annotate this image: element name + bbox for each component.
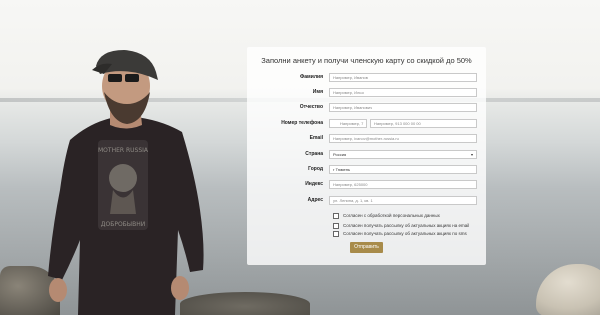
consent-email-label: Согласен получать рассылку об актуальных…: [343, 223, 470, 228]
phone-number-input[interactable]: Например, 913 000 00 00: [370, 119, 477, 128]
city-label: Город: [308, 166, 323, 172]
row-address: Адрес ул. Ленина, д. 1, кв. 1: [247, 195, 486, 206]
row-phone: Номер телефона Например, 7 Например, 913…: [247, 118, 486, 129]
consent-sms[interactable]: Согласен получать рассылку об актуальных…: [333, 230, 533, 238]
email-input[interactable]: Например, ivanov@mother-russia.ru: [329, 134, 477, 143]
checkbox[interactable]: [333, 212, 339, 219]
submit-button[interactable]: Отправить: [350, 242, 383, 253]
svg-text:ДОБРОБЫВНИ: ДОБРОБЫВНИ: [101, 221, 145, 228]
consent-personal-data-label: Согласен с обработкой персональных данны…: [343, 213, 440, 218]
first-name-input[interactable]: Например, Илья: [329, 88, 477, 97]
last-name-label: Фамилия: [300, 74, 323, 80]
index-label: Индекс: [305, 181, 323, 187]
row-email: Email Например, ivanov@mother-russia.ru: [247, 133, 486, 144]
phone-code-input[interactable]: Например, 7: [329, 119, 367, 128]
svg-text:MOTHER RUSSIA: MOTHER RUSSIA: [98, 147, 149, 154]
first-name-label: Имя: [312, 89, 323, 95]
last-name-input[interactable]: Например, Иванов: [329, 73, 477, 82]
patronymic-input[interactable]: Например, Иванович: [329, 103, 477, 112]
consent-email[interactable]: Согласен получать рассылку об актуальных…: [333, 222, 533, 230]
city-input[interactable]: г Тюмень: [329, 165, 477, 174]
row-last-name: Фамилия Например, Иванов: [247, 72, 486, 83]
address-label: Адрес: [307, 197, 323, 203]
row-patronymic: Отчество Например, Иванович: [247, 102, 486, 113]
address-input[interactable]: ул. Ленина, д. 1, кв. 1: [329, 196, 477, 205]
patronymic-label: Отчество: [299, 104, 323, 110]
row-first-name: Имя Например, Илья: [247, 87, 486, 98]
country-value: Россия: [333, 152, 347, 157]
checkbox[interactable]: [333, 222, 339, 229]
checkbox[interactable]: [333, 230, 339, 237]
chevron-down-icon: ▾: [470, 152, 473, 157]
consent-sms-label: Согласен получать рассылку об актуальных…: [343, 231, 467, 236]
phone-label: Номер телефона: [281, 120, 323, 126]
row-city: Город г Тюмень: [247, 164, 486, 175]
country-label: Страна: [305, 151, 323, 157]
row-index: Индекс Например, 625000: [247, 179, 486, 190]
index-input[interactable]: Например, 625000: [329, 180, 477, 189]
row-country: Страна Россия ▾: [247, 149, 486, 160]
email-label: Email: [309, 135, 323, 141]
form-title: Заполни анкету и получи членскую карту с…: [261, 56, 472, 65]
consent-personal-data[interactable]: Согласен с обработкой персональных данны…: [333, 212, 533, 220]
country-select[interactable]: Россия ▾: [329, 150, 477, 159]
